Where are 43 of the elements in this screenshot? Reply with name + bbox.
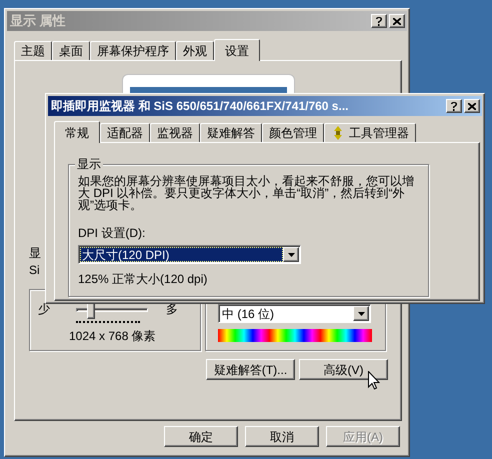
action-button[interactable]: 高级(V) [299, 359, 388, 380]
tab[interactable]: 颜色管理 [262, 123, 324, 142]
dpi-dropdown[interactable]: 大尺寸(120 DPI) [78, 245, 301, 264]
tab[interactable]: 外观 [176, 41, 214, 60]
tab[interactable]: 主题 [14, 41, 52, 60]
dpi-label: DPI 设置(D): [78, 225, 146, 242]
tab[interactable]: 工具管理器 [324, 123, 416, 142]
help-button[interactable] [371, 14, 387, 28]
window-title: 即插即用监视器 和 SiS 650/651/740/661FX/741/760 s... [51, 98, 348, 115]
tick-marks [76, 321, 140, 323]
help-icon [451, 102, 457, 110]
close-button[interactable] [389, 14, 405, 28]
tab[interactable]: 适配器 [100, 123, 150, 142]
resolution-value: 1024 x 768 像素 [69, 328, 156, 345]
window-title: 显示 属性 [10, 12, 66, 30]
dialog-button[interactable]: 取消 [245, 426, 319, 447]
tab[interactable]: 桌面 [52, 41, 90, 60]
arrows-icon [331, 126, 345, 140]
help-icon [376, 16, 382, 26]
label-text: Si [29, 262, 40, 279]
description-text: 如果您的屏幕分辨率使屏幕项目太小，看起来不舒服，您可以增大 DPI 以补偿。要只更改字体大小，单击“取消”，然后转到“外观”选项卡。 [78, 175, 414, 211]
dpi-note: 125% 正常大小(120 dpi) [78, 271, 208, 288]
min-label: 少 [38, 301, 50, 318]
dialog-button[interactable]: 确定 [164, 426, 238, 447]
group-title: 显示 [75, 157, 103, 171]
tab[interactable]: 监视器 [150, 123, 200, 142]
close-button[interactable] [464, 99, 480, 113]
dropdown-button[interactable] [353, 306, 369, 321]
close-icon [468, 102, 476, 110]
max-label: 多 [166, 301, 178, 318]
caret-icon [358, 312, 364, 316]
dropdown-button[interactable] [283, 247, 299, 262]
action-button[interactable]: 疑难解答(T)... [206, 359, 295, 380]
cursor-icon [368, 371, 380, 390]
tab[interactable]: 设置 [214, 39, 260, 61]
label-text: 显 [29, 245, 41, 262]
caret-icon [288, 252, 294, 256]
close-icon [393, 18, 401, 24]
tab[interactable]: 屏幕保护程序 [90, 41, 176, 60]
help-button[interactable] [446, 99, 462, 113]
tab[interactable]: 疑难解答 [200, 123, 262, 142]
color-quality-dropdown[interactable]: 中 (16 位) [218, 304, 371, 323]
tab[interactable]: 常规 [54, 121, 100, 143]
